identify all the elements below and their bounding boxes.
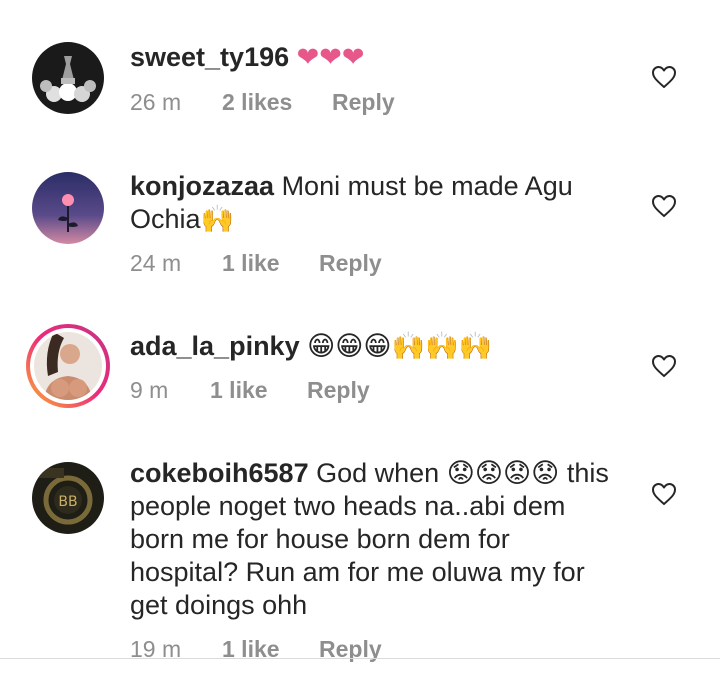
heart-outline-icon[interactable]	[651, 482, 677, 506]
avatar[interactable]	[32, 172, 104, 244]
laughing-hands-emoji: 😁😁😁🙌🙌🙌	[307, 331, 493, 362]
raised-hands-emoji: 🙌	[200, 204, 235, 235]
heart-outline-icon[interactable]	[651, 65, 677, 89]
comment-text: konjozazaa Moni must be made Agu Ochia🙌	[130, 170, 610, 236]
comment-meta: 24 m 1 like Reply	[130, 250, 382, 277]
heart-outline-icon[interactable]	[651, 354, 677, 378]
avatar[interactable]: BB	[32, 462, 104, 534]
username[interactable]: ada_la_pinky	[130, 331, 300, 361]
worried-face-emoji: 😟😟😟😟	[446, 458, 560, 489]
comment-body-start: God when	[316, 458, 440, 488]
likes-count[interactable]: 2 likes	[222, 89, 332, 116]
username[interactable]: cokeboih6587	[130, 458, 309, 488]
heart-outline-icon[interactable]	[651, 194, 677, 218]
comment-meta: 26 m 2 likes Reply	[130, 89, 395, 116]
svg-text:BB: BB	[58, 494, 77, 510]
timestamp: 24 m	[130, 250, 182, 276]
likes-count[interactable]: 1 like	[222, 250, 319, 277]
comment-text: sweet_ty196 ❤❤❤	[130, 41, 610, 74]
likes-count[interactable]: 1 like	[210, 377, 307, 404]
username[interactable]: sweet_ty196	[130, 42, 289, 72]
username[interactable]: konjozazaa	[130, 171, 274, 201]
comment-text: ada_la_pinky 😁😁😁🙌🙌🙌	[130, 330, 610, 363]
avatar[interactable]	[32, 42, 104, 114]
reply-button[interactable]: Reply	[307, 377, 370, 404]
timestamp: 9 m	[130, 377, 169, 403]
comment-meta: 9 m 1 like Reply	[130, 377, 370, 404]
bottom-divider	[0, 658, 720, 659]
comment-text: cokeboih6587 God when 😟😟😟😟 this people n…	[130, 457, 610, 622]
hearts-emoji: ❤❤❤	[296, 42, 365, 73]
reply-button[interactable]: Reply	[319, 250, 382, 277]
timestamp: 26 m	[130, 89, 182, 115]
reply-button[interactable]: Reply	[332, 89, 395, 116]
avatar	[34, 332, 102, 400]
avatar-story-ring[interactable]	[26, 324, 110, 408]
